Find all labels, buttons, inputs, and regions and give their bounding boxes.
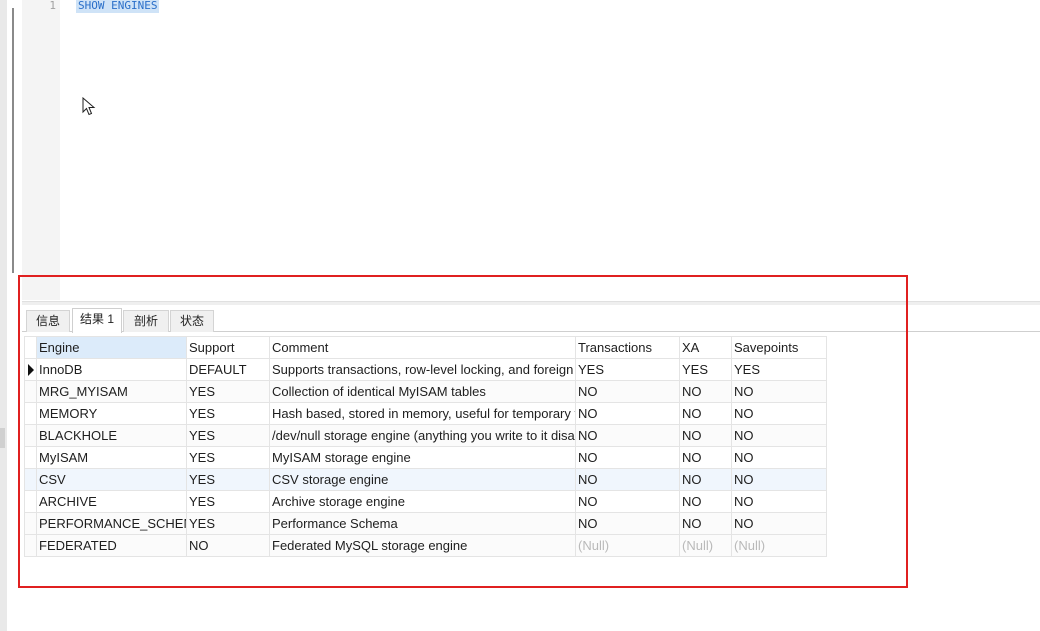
- cell-xa[interactable]: NO: [679, 402, 732, 425]
- cell-xa[interactable]: NO: [679, 490, 732, 513]
- table-row[interactable]: MEMORY YES Hash based, stored in memory,…: [24, 402, 827, 425]
- cell-transactions[interactable]: NO: [575, 380, 680, 403]
- cell-savepoints[interactable]: NO: [731, 380, 827, 403]
- cell-xa[interactable]: (Null): [679, 534, 732, 557]
- column-header-transactions[interactable]: Transactions: [575, 336, 680, 359]
- cell-comment[interactable]: MyISAM storage engine: [269, 446, 576, 469]
- table-row[interactable]: CSV YES CSV storage engine NO NO NO: [24, 468, 827, 491]
- cell-comment[interactable]: Hash based, stored in memory, useful for…: [269, 402, 576, 425]
- row-indicator: [24, 512, 37, 535]
- cell-engine[interactable]: BLACKHOLE: [36, 424, 187, 447]
- mouse-pointer-icon: [82, 97, 96, 116]
- cell-support[interactable]: DEFAULT: [186, 358, 270, 381]
- tab-result-1[interactable]: 结果 1: [72, 308, 122, 333]
- row-indicator: [24, 534, 37, 557]
- current-row-arrow-icon: [24, 358, 37, 381]
- cell-comment[interactable]: Federated MySQL storage engine: [269, 534, 576, 557]
- cell-comment[interactable]: Collection of identical MyISAM tables: [269, 380, 576, 403]
- cell-transactions[interactable]: NO: [575, 446, 680, 469]
- left-edge-strip: [0, 0, 7, 631]
- grid-header-row: Engine Support Comment Transactions XA S…: [24, 336, 827, 359]
- cell-xa[interactable]: NO: [679, 446, 732, 469]
- row-indicator: [24, 380, 37, 403]
- line-number-gutter: [22, 0, 60, 300]
- table-row[interactable]: FEDERATED NO Federated MySQL storage eng…: [24, 534, 827, 557]
- editor-vertical-scrollbar[interactable]: [12, 8, 14, 273]
- cell-savepoints[interactable]: YES: [731, 358, 827, 381]
- cell-savepoints[interactable]: NO: [731, 468, 827, 491]
- tab-profile[interactable]: 剖析: [123, 310, 169, 332]
- cell-support[interactable]: YES: [186, 490, 270, 513]
- column-header-comment[interactable]: Comment: [269, 336, 576, 359]
- cell-engine[interactable]: MyISAM: [36, 446, 187, 469]
- cell-savepoints[interactable]: NO: [731, 490, 827, 513]
- tab-status[interactable]: 状态: [170, 310, 214, 332]
- cell-comment[interactable]: /dev/null storage engine (anything you w…: [269, 424, 576, 447]
- column-header-engine[interactable]: Engine: [36, 336, 187, 359]
- table-row[interactable]: BLACKHOLE YES /dev/null storage engine (…: [24, 424, 827, 447]
- cell-comment[interactable]: Supports transactions, row-level locking…: [269, 358, 576, 381]
- cell-engine[interactable]: FEDERATED: [36, 534, 187, 557]
- cell-savepoints[interactable]: NO: [731, 446, 827, 469]
- row-indicator: [24, 446, 37, 469]
- cell-transactions[interactable]: NO: [575, 468, 680, 491]
- row-indicator: [24, 424, 37, 447]
- cell-support[interactable]: YES: [186, 402, 270, 425]
- editor-results-splitter[interactable]: [22, 301, 1040, 305]
- cell-engine[interactable]: MRG_MYISAM: [36, 380, 187, 403]
- cell-comment[interactable]: CSV storage engine: [269, 468, 576, 491]
- row-indicator: [24, 468, 37, 491]
- table-row[interactable]: ARCHIVE YES Archive storage engine NO NO…: [24, 490, 827, 513]
- cell-xa[interactable]: YES: [679, 358, 732, 381]
- row-indicator-header: [24, 336, 37, 359]
- table-row[interactable]: MRG_MYISAM YES Collection of identical M…: [24, 380, 827, 403]
- cell-engine[interactable]: MEMORY: [36, 402, 187, 425]
- cell-support[interactable]: YES: [186, 468, 270, 491]
- cell-comment[interactable]: Archive storage engine: [269, 490, 576, 513]
- cell-xa[interactable]: NO: [679, 468, 732, 491]
- column-header-savepoints[interactable]: Savepoints: [731, 336, 827, 359]
- cell-transactions[interactable]: NO: [575, 402, 680, 425]
- cell-savepoints[interactable]: NO: [731, 402, 827, 425]
- result-grid: Engine Support Comment Transactions XA S…: [24, 336, 827, 557]
- line-number: 1: [49, 0, 56, 12]
- table-row[interactable]: InnoDB DEFAULT Supports transactions, ro…: [24, 358, 827, 381]
- result-tab-bar: 信息 结果 1 剖析 状态: [22, 308, 1040, 333]
- cell-comment[interactable]: Performance Schema: [269, 512, 576, 535]
- column-header-support[interactable]: Support: [186, 336, 270, 359]
- cell-support[interactable]: YES: [186, 446, 270, 469]
- cell-savepoints[interactable]: (Null): [731, 534, 827, 557]
- cell-engine[interactable]: PERFORMANCE_SCHEMA: [36, 512, 187, 535]
- cell-savepoints[interactable]: NO: [731, 512, 827, 535]
- cell-xa[interactable]: NO: [679, 512, 732, 535]
- cell-transactions[interactable]: YES: [575, 358, 680, 381]
- cell-transactions[interactable]: NO: [575, 512, 680, 535]
- cell-support[interactable]: YES: [186, 380, 270, 403]
- cell-xa[interactable]: NO: [679, 424, 732, 447]
- tab-info[interactable]: 信息: [26, 310, 70, 332]
- cell-transactions[interactable]: NO: [575, 490, 680, 513]
- cell-engine[interactable]: CSV: [36, 468, 187, 491]
- sql-editor-line[interactable]: SHOW ENGINES: [76, 0, 160, 13]
- cell-engine[interactable]: InnoDB: [36, 358, 187, 381]
- row-indicator: [24, 490, 37, 513]
- cell-engine[interactable]: ARCHIVE: [36, 490, 187, 513]
- column-header-xa[interactable]: XA: [679, 336, 732, 359]
- cell-support[interactable]: NO: [186, 534, 270, 557]
- table-row[interactable]: PERFORMANCE_SCHEMA YES Performance Schem…: [24, 512, 827, 535]
- cell-transactions[interactable]: (Null): [575, 534, 680, 557]
- cell-support[interactable]: YES: [186, 424, 270, 447]
- row-indicator: [24, 402, 37, 425]
- side-scroll-mark[interactable]: [0, 428, 5, 448]
- cell-transactions[interactable]: NO: [575, 424, 680, 447]
- table-row[interactable]: MyISAM YES MyISAM storage engine NO NO N…: [24, 446, 827, 469]
- cell-support[interactable]: YES: [186, 512, 270, 535]
- cell-xa[interactable]: NO: [679, 380, 732, 403]
- cell-savepoints[interactable]: NO: [731, 424, 827, 447]
